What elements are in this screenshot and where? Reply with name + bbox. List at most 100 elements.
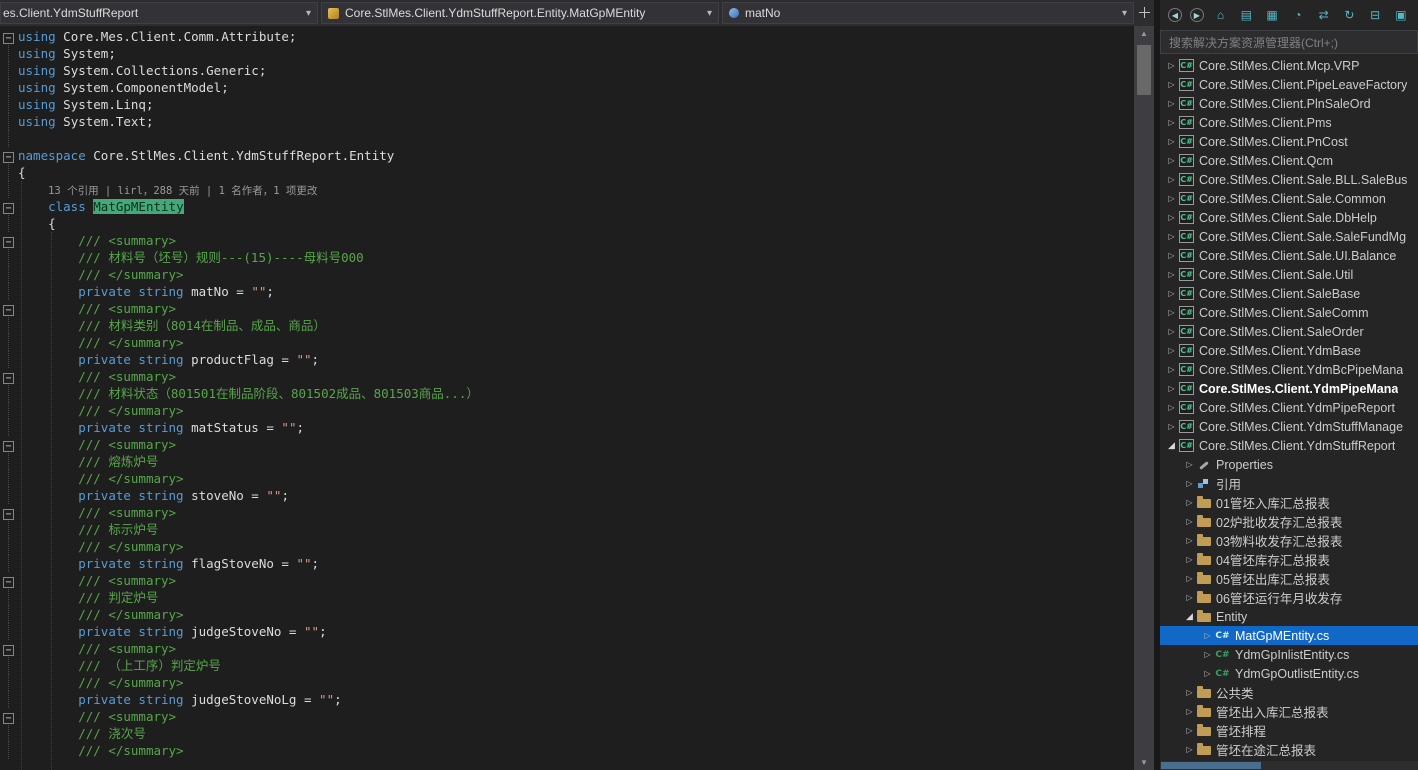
collapse-all-icon[interactable]: ⊟ xyxy=(1366,6,1384,24)
solution-explorer-horizontal-scrollbar[interactable] xyxy=(1160,761,1418,770)
tree-item-project[interactable]: ▷C#Core.StlMes.Client.YdmStuffManage xyxy=(1160,417,1418,436)
code-line[interactable]: /// <summary> xyxy=(0,368,1134,385)
chevron-collapsed-icon[interactable]: ▷ xyxy=(1164,80,1179,89)
code-line[interactable]: /// </summary> xyxy=(0,606,1134,623)
tree-item-folder[interactable]: ◢Entity xyxy=(1160,607,1418,626)
history-icon[interactable]: ◔ xyxy=(1289,6,1307,24)
code-line[interactable]: /// 材料类别（8014在制品、成品、商品） xyxy=(0,317,1134,334)
chevron-collapsed-icon[interactable]: ▷ xyxy=(1164,346,1179,355)
chevron-expanded-icon[interactable]: ◢ xyxy=(1164,440,1179,451)
code-line[interactable]: /// 浇次号 xyxy=(0,725,1134,742)
chevron-collapsed-icon[interactable]: ▷ xyxy=(1182,574,1197,583)
tree-item-project[interactable]: ▷C#Core.StlMes.Client.SaleOrder xyxy=(1160,322,1418,341)
code-line[interactable]: using Core.Mes.Client.Comm.Attribute; xyxy=(0,28,1134,45)
code-line[interactable]: /// <summary> xyxy=(0,300,1134,317)
tree-item-project[interactable]: ▷C#Core.StlMes.Client.YdmPipeMana xyxy=(1160,379,1418,398)
tree-item-file[interactable]: ▷C#YdmGpOutlistEntity.cs xyxy=(1160,664,1418,683)
code-line[interactable]: private string matNo = ""; xyxy=(0,283,1134,300)
chevron-collapsed-icon[interactable]: ▷ xyxy=(1164,175,1179,184)
chevron-collapsed-icon[interactable]: ▷ xyxy=(1182,517,1197,526)
tree-item-references[interactable]: ▷引用 xyxy=(1160,474,1418,493)
chevron-collapsed-icon[interactable]: ▷ xyxy=(1164,194,1179,203)
scrollbar-thumb[interactable] xyxy=(1137,45,1151,95)
navbar-type-dropdown[interactable]: Core.StlMes.Client.YdmStuffReport.Entity… xyxy=(321,2,719,24)
tree-item-project[interactable]: ▷C#Core.StlMes.Client.PlnSaleOrd xyxy=(1160,94,1418,113)
editor-vertical-scrollbar[interactable]: ▲ ▼ xyxy=(1134,0,1154,770)
split-editor-handle-icon[interactable] xyxy=(1138,6,1151,19)
code-line[interactable]: private string productFlag = ""; xyxy=(0,351,1134,368)
tree-item-project[interactable]: ◢C#Core.StlMes.Client.YdmStuffReport xyxy=(1160,436,1418,455)
tree-item-file[interactable]: ▷C#MatGpMEntity.cs xyxy=(1160,626,1418,645)
chevron-collapsed-icon[interactable]: ▷ xyxy=(1164,137,1179,146)
tree-item-project[interactable]: ▷C#Core.StlMes.Client.Pms xyxy=(1160,113,1418,132)
switch-views-icon[interactable]: ▦ xyxy=(1263,6,1281,24)
chevron-collapsed-icon[interactable]: ▷ xyxy=(1164,99,1179,108)
fold-collapse-icon[interactable] xyxy=(0,368,18,385)
fold-collapse-icon[interactable] xyxy=(0,640,18,657)
tree-item-file[interactable]: ▷C#YdmGpInlistEntity.cs xyxy=(1160,645,1418,664)
tree-item-project[interactable]: ▷C#Core.StlMes.Client.Qcm xyxy=(1160,151,1418,170)
chevron-collapsed-icon[interactable]: ▷ xyxy=(1182,555,1197,564)
code-line[interactable]: /// </summary> xyxy=(0,334,1134,351)
chevron-collapsed-icon[interactable]: ▷ xyxy=(1200,650,1215,659)
code-line[interactable]: using System.Collections.Generic; xyxy=(0,62,1134,79)
chevron-collapsed-icon[interactable]: ▷ xyxy=(1164,384,1179,393)
chevron-collapsed-icon[interactable]: ▷ xyxy=(1182,593,1197,602)
fold-collapse-icon[interactable] xyxy=(0,198,18,215)
scroll-up-icon[interactable]: ▲ xyxy=(1134,26,1154,41)
fold-collapse-icon[interactable] xyxy=(0,232,18,249)
chevron-collapsed-icon[interactable]: ▷ xyxy=(1182,745,1197,754)
code-line[interactable]: using System.ComponentModel; xyxy=(0,79,1134,96)
code-line[interactable]: private string stoveNo = ""; xyxy=(0,487,1134,504)
code-line[interactable]: /// 标示炉号 xyxy=(0,521,1134,538)
fold-collapse-icon[interactable] xyxy=(0,708,18,725)
back-icon[interactable]: ◀ xyxy=(1168,8,1182,22)
tree-item-properties[interactable]: ▷Properties xyxy=(1160,455,1418,474)
refresh-icon[interactable]: ↻ xyxy=(1340,6,1358,24)
chevron-collapsed-icon[interactable]: ▷ xyxy=(1200,631,1215,640)
code-line[interactable]: { xyxy=(0,215,1134,232)
tree-item-project[interactable]: ▷C#Core.StlMes.Client.PipeLeaveFactory xyxy=(1160,75,1418,94)
chevron-collapsed-icon[interactable]: ▷ xyxy=(1164,232,1179,241)
code-line[interactable]: /// </summary> xyxy=(0,674,1134,691)
chevron-collapsed-icon[interactable]: ▷ xyxy=(1164,422,1179,431)
chevron-collapsed-icon[interactable]: ▷ xyxy=(1182,460,1197,469)
chevron-collapsed-icon[interactable]: ▷ xyxy=(1164,289,1179,298)
tree-item-project[interactable]: ▷C#Core.StlMes.Client.Sale.SaleFundMg xyxy=(1160,227,1418,246)
tree-item-folder[interactable]: ▷管坯排程 xyxy=(1160,721,1418,740)
tree-item-project[interactable]: ▷C#Core.StlMes.Client.Mcp.VRP xyxy=(1160,56,1418,75)
tree-item-project[interactable]: ▷C#Core.StlMes.Client.Sale.UI.Balance xyxy=(1160,246,1418,265)
tree-item-project[interactable]: ▷C#Core.StlMes.Client.Sale.Util xyxy=(1160,265,1418,284)
home-icon[interactable]: ⌂ xyxy=(1212,6,1230,24)
code-line[interactable]: /// <summary> xyxy=(0,232,1134,249)
tree-item-folder[interactable]: ▷05管坯出库汇总报表 xyxy=(1160,569,1418,588)
code-line[interactable]: private string flagStoveNo = ""; xyxy=(0,555,1134,572)
code-line[interactable]: /// 判定炉号 xyxy=(0,589,1134,606)
code-line[interactable]: /// <summary> xyxy=(0,572,1134,589)
code-line[interactable]: /// </summary> xyxy=(0,470,1134,487)
tree-item-folder[interactable]: ▷04管坯库存汇总报表 xyxy=(1160,550,1418,569)
code-line[interactable]: using System.Text; xyxy=(0,113,1134,130)
scrollbar-thumb[interactable] xyxy=(1161,762,1261,769)
chevron-collapsed-icon[interactable]: ▷ xyxy=(1164,251,1179,260)
tree-item-project[interactable]: ▷C#Core.StlMes.Client.YdmPipeReport xyxy=(1160,398,1418,417)
pending-changes-icon[interactable]: ▤ xyxy=(1237,6,1255,24)
tree-item-project[interactable]: ▷C#Core.StlMes.Client.SaleBase xyxy=(1160,284,1418,303)
code-line[interactable]: using System; xyxy=(0,45,1134,62)
tree-item-project[interactable]: ▷C#Core.StlMes.Client.Sale.BLL.SaleBus xyxy=(1160,170,1418,189)
code-line[interactable]: /// <summary> xyxy=(0,708,1134,725)
tree-item-folder[interactable]: ▷管坯在途汇总报表 xyxy=(1160,740,1418,759)
fold-collapse-icon[interactable] xyxy=(0,28,18,45)
code-line[interactable]: /// </summary> xyxy=(0,402,1134,419)
code-line[interactable]: namespace Core.StlMes.Client.YdmStuffRep… xyxy=(0,147,1134,164)
code-line[interactable]: /// （上工序）判定炉号 xyxy=(0,657,1134,674)
tree-item-folder[interactable]: ▷03物料收发存汇总报表 xyxy=(1160,531,1418,550)
code-line[interactable]: /// 材料状态（801501在制品阶段、801502成品、801503商品..… xyxy=(0,385,1134,402)
chevron-collapsed-icon[interactable]: ▷ xyxy=(1164,213,1179,222)
navbar-project-dropdown[interactable]: es.Client.YdmStuffReport ▾ xyxy=(0,2,318,24)
properties-icon[interactable]: ▣ xyxy=(1392,6,1410,24)
tree-item-project[interactable]: ▷C#Core.StlMes.Client.YdmBase xyxy=(1160,341,1418,360)
code-line[interactable]: /// <summary> xyxy=(0,504,1134,521)
code-line[interactable]: /// <summary> xyxy=(0,436,1134,453)
tree-item-folder[interactable]: ▷01管坯入库汇总报表 xyxy=(1160,493,1418,512)
